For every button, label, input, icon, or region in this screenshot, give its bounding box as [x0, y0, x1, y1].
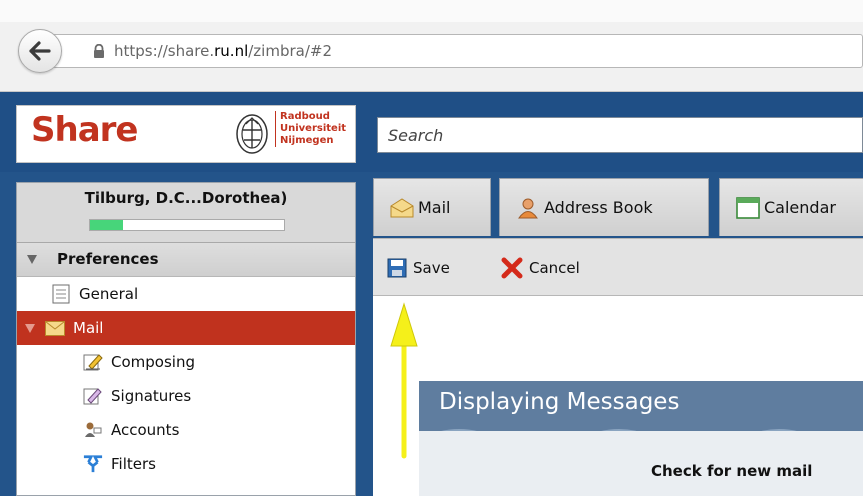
envelope-icon [390, 197, 414, 217]
share-logo: Share [31, 110, 138, 150]
address-book-icon [518, 198, 538, 218]
calendar-icon [736, 196, 760, 219]
section-title: Displaying Messages [439, 389, 680, 415]
url-text[interactable]: https://share.ru.nl/zimbra/#2 [114, 42, 332, 60]
filters-icon [83, 454, 103, 474]
sidebar-item-accounts[interactable]: Accounts [17, 413, 355, 447]
university-seal-icon [236, 114, 268, 154]
user-info: Tilburg, D.C...Dorothea) [17, 183, 355, 243]
check-new-mail-label: Check for new mail [651, 462, 813, 480]
preferences-title: Preferences [57, 250, 159, 268]
browser-tab-strip [0, 0, 863, 22]
section-body: Check for new mail [419, 431, 863, 496]
cancel-button[interactable]: Cancel [501, 255, 580, 281]
preferences-content: Displaying Messages Check for new mail [373, 296, 863, 496]
annotation-arrow [390, 302, 418, 459]
app-tabs: Mail Address Book Calendar [373, 178, 863, 238]
composing-icon [83, 352, 103, 372]
quota-bar [89, 219, 285, 231]
sidebar-item-mail[interactable]: Mail [17, 311, 355, 345]
accounts-icon [83, 420, 103, 440]
sidebar-item-general[interactable]: General [17, 277, 355, 311]
tab-calendar[interactable]: Calendar [719, 178, 863, 236]
signatures-icon [83, 386, 103, 406]
preferences-header[interactable]: Preferences [17, 243, 355, 277]
tab-mail[interactable]: Mail [373, 178, 491, 236]
back-arrow-icon [29, 41, 51, 61]
sidebar-item-composing[interactable]: Composing [17, 345, 355, 379]
quota-fill [90, 220, 123, 230]
user-name[interactable]: Tilburg, D.C...Dorothea) [17, 189, 355, 207]
lock-icon [94, 44, 104, 58]
collapse-triangle-icon[interactable] [27, 255, 37, 264]
back-button[interactable] [18, 29, 62, 73]
mail-icon [45, 318, 65, 338]
save-button[interactable]: Save [387, 255, 450, 281]
sidebar-item-filters[interactable]: Filters [17, 447, 355, 481]
zimbra-app: Share Radboud Universiteit Nijmegen Tilb… [0, 92, 863, 496]
search-input[interactable] [378, 118, 862, 152]
search-box[interactable] [377, 117, 863, 153]
sidebar: Tilburg, D.C...Dorothea) Preferences Gen… [16, 182, 356, 496]
preferences-toolbar: Save Cancel [373, 238, 863, 296]
logo-panel[interactable]: Share Radboud Universiteit Nijmegen [16, 105, 356, 163]
expand-triangle-icon[interactable] [25, 323, 35, 333]
tab-address-book[interactable]: Address Book [499, 178, 709, 236]
sidebar-item-signatures[interactable]: Signatures [17, 379, 355, 413]
cancel-x-icon [501, 257, 523, 279]
general-icon [51, 284, 71, 304]
university-name: Radboud Universiteit Nijmegen [275, 111, 355, 147]
browser-toolbar: https://share.ru.nl/zimbra/#2 [0, 0, 863, 92]
floppy-disk-icon [387, 258, 407, 278]
displaying-messages-section: Displaying Messages Check for new mail [419, 381, 863, 496]
